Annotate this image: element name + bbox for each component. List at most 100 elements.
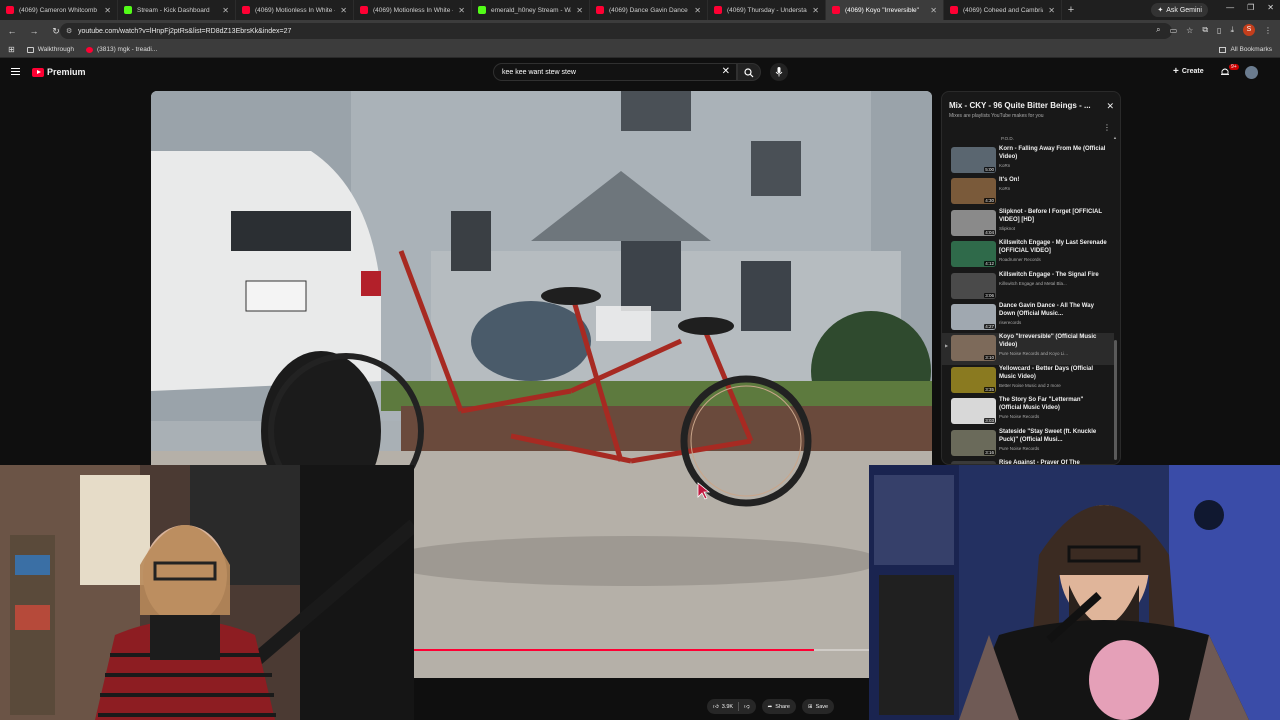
video-thumbnail[interactable]: 3:10: [951, 335, 996, 362]
video-thumbnail[interactable]: 3:06: [951, 272, 996, 299]
cast-icon[interactable]: ▭: [1170, 26, 1178, 35]
browser-tab[interactable]: emerald_h0ney Stream - Watch ✕: [472, 0, 590, 20]
browser-tab[interactable]: Stream - Kick Dashboard ✕: [118, 0, 236, 20]
menu-icon[interactable]: [11, 68, 20, 77]
address-bar[interactable]: ⚙ youtube.com/watch?v=lHnpFj2ptRs&list=R…: [60, 23, 1172, 39]
forward-icon[interactable]: →: [28, 26, 40, 36]
close-tab-icon[interactable]: ✕: [576, 6, 583, 15]
close-tab-icon[interactable]: ✕: [812, 6, 819, 15]
bookmark-walkthrough[interactable]: Walkthrough: [26, 46, 74, 53]
browser-tab[interactable]: (4069) Coheed and Cambria - T ✕: [944, 0, 1062, 20]
video-progress-bar[interactable]: [414, 649, 869, 651]
search-input[interactable]: kee kee want stew stew ✕: [493, 63, 737, 81]
new-tab-icon[interactable]: +: [1062, 4, 1080, 16]
close-tab-icon[interactable]: ✕: [104, 6, 111, 15]
mouse-cursor-icon: [697, 482, 711, 500]
video-thumbnail[interactable]: 5:00: [951, 147, 996, 173]
close-playlist-icon[interactable]: ✕: [1106, 101, 1114, 112]
video-thumbnail[interactable]: 4:12: [951, 241, 996, 268]
save-button[interactable]: ⊞ Save: [801, 699, 835, 714]
kick-icon: [124, 6, 132, 14]
sidebar-icon[interactable]: ▯: [1217, 26, 1221, 35]
ask-gemini-button[interactable]: ✦ Ask Gemini: [1151, 3, 1208, 17]
playlist-item-meta: Yellowcard - Better Days (Official Music…: [999, 365, 1107, 396]
playlist-item-title: Stateside "Stay Sweet (ft. Knuckle Puck)…: [999, 428, 1097, 443]
youtube-icon: [596, 6, 604, 14]
all-bookmarks-label: All Bookmarks: [1230, 46, 1272, 53]
maximize-icon[interactable]: ❐: [1247, 3, 1254, 12]
minimize-icon[interactable]: —: [1226, 3, 1234, 12]
bookmark-mgk[interactable]: (3813) mgk - treadi...: [85, 46, 157, 53]
youtube-header: Premium kee kee want stew stew ✕ + Creat…: [0, 58, 1280, 88]
voice-search-button[interactable]: [770, 63, 788, 81]
close-tab-icon[interactable]: ✕: [694, 6, 701, 15]
playlist-item-meta: Korn - Falling Away From Me (Official Vi…: [999, 145, 1107, 176]
clear-search-icon[interactable]: ✕: [722, 66, 730, 77]
downloads-icon[interactable]: ⤓: [1230, 25, 1234, 35]
video-thumbnail[interactable]: 3:16: [951, 429, 996, 456]
video-duration: 4:27: [984, 323, 995, 329]
playlist-more-icon[interactable]: ⋮: [1103, 123, 1111, 132]
thumbs-down-icon[interactable]: 👎︎: [744, 704, 750, 710]
browser-tab[interactable]: (4069) Thursday - Understandi ✕: [708, 0, 826, 20]
playlist-item[interactable]: 3:06 Killswitch Engage - The Signal Fire K…: [942, 271, 1114, 302]
close-tab-icon[interactable]: ✕: [222, 6, 229, 15]
zoom-icon[interactable]: ⌕: [1156, 25, 1160, 35]
close-tab-icon[interactable]: ✕: [930, 6, 937, 15]
bookmark-star-icon[interactable]: ☆: [1186, 26, 1193, 35]
close-tab-icon[interactable]: ✕: [1048, 6, 1055, 15]
extensions-icon[interactable]: ⧉: [1202, 25, 1208, 35]
back-icon[interactable]: ←: [6, 26, 18, 36]
playlist-item[interactable]: 4:12 Killswitch Engage - My Last Serenade…: [942, 239, 1114, 270]
close-tab-icon[interactable]: ✕: [458, 6, 465, 15]
account-avatar[interactable]: [1245, 66, 1258, 79]
youtube-icon: [360, 6, 368, 14]
video-thumbnail[interactable]: 3:03: [951, 398, 996, 425]
close-window-icon[interactable]: ✕: [1267, 3, 1274, 12]
video-duration: 3:35: [984, 386, 995, 392]
video-thumbnail[interactable]: 4:27: [951, 303, 996, 330]
profile-avatar[interactable]: S: [1243, 24, 1255, 36]
video-thumbnail[interactable]: 4:30: [951, 178, 996, 205]
playlist-item[interactable]: 4:30 It's On! KoRn: [942, 176, 1114, 207]
browser-tab[interactable]: (4069) Koyo "Irreversible" ✕: [826, 0, 944, 20]
bookmark-label: Walkthrough: [37, 46, 74, 53]
close-tab-icon[interactable]: ✕: [340, 6, 347, 15]
playlist-item-meta: Killswitch Engage - The Signal Fire Kills…: [999, 271, 1107, 302]
playlist-item-channel: riserecords: [999, 319, 1022, 325]
video-thumbnail[interactable]: 4:04: [951, 209, 996, 236]
browser-tab[interactable]: (4069) Motionless In White - S ✕: [354, 0, 472, 20]
all-bookmarks[interactable]: All Bookmarks: [1219, 46, 1272, 53]
microphone-icon: [775, 67, 783, 77]
playlist-title[interactable]: Mix - CKY - 96 Quite Bitter Beings - ...: [949, 101, 1101, 110]
menu-dots-icon[interactable]: ⋮: [1264, 26, 1272, 35]
youtube-icon: [242, 6, 250, 14]
search-icon: [744, 68, 754, 78]
scroll-up-icon[interactable]: ▲: [1113, 135, 1117, 140]
webcam-left-feed: [0, 465, 414, 720]
video-thumbnail[interactable]: 3:35: [951, 366, 996, 393]
share-button[interactable]: ➦ Share: [761, 699, 796, 714]
youtube-logo[interactable]: Premium: [32, 67, 86, 77]
create-button[interactable]: + Create: [1173, 66, 1204, 77]
search-button[interactable]: [737, 63, 761, 81]
playlist-item[interactable]: 4:04 Slipknot - Before I Forget [OFFICIAL…: [942, 208, 1114, 239]
playlist-item-meta: Stateside "Stay Sweet (ft. Knuckle Puck)…: [999, 428, 1107, 459]
browser-tab[interactable]: (4069) Motionless In White - T ✕: [236, 0, 354, 20]
browser-tab[interactable]: (4069) Dance Gavin Dance - Ch ✕: [590, 0, 708, 20]
kick-icon: [478, 6, 486, 14]
playlist-item[interactable]: 3:35 Yellowcard - Better Days (Official M…: [942, 365, 1114, 396]
playlist-item[interactable]: 3:16 Stateside "Stay Sweet (ft. Knuckle P…: [942, 428, 1114, 459]
playlist-item[interactable]: 3:03 The Story So Far "Letterman" (Offici…: [942, 396, 1114, 427]
site-info-icon[interactable]: ⚙: [66, 27, 72, 35]
playlist-item-channel: Better Noise Music and 2 more: [999, 382, 1061, 388]
playlist-scrollbar[interactable]: ▲: [1113, 135, 1118, 460]
like-count: 3.9K: [721, 703, 734, 710]
like-button[interactable]: 👍︎ 3.9K 👎︎: [707, 699, 756, 714]
browser-tab[interactable]: (4069) Cameron Whitcomb - K ✕: [0, 0, 118, 20]
playlist-item[interactable]: 4:27 Dance Gavin Dance - All The Way Down…: [942, 302, 1114, 333]
playlist-item[interactable]: ▶ 3:10 Koyo "Irreversible" (Official Music…: [942, 333, 1114, 365]
playlist-item[interactable]: 5:00 Korn - Falling Away From Me (Officia…: [942, 145, 1114, 176]
apps-icon[interactable]: ⊞: [8, 45, 15, 54]
scrollbar-thumb[interactable]: [1114, 340, 1117, 460]
